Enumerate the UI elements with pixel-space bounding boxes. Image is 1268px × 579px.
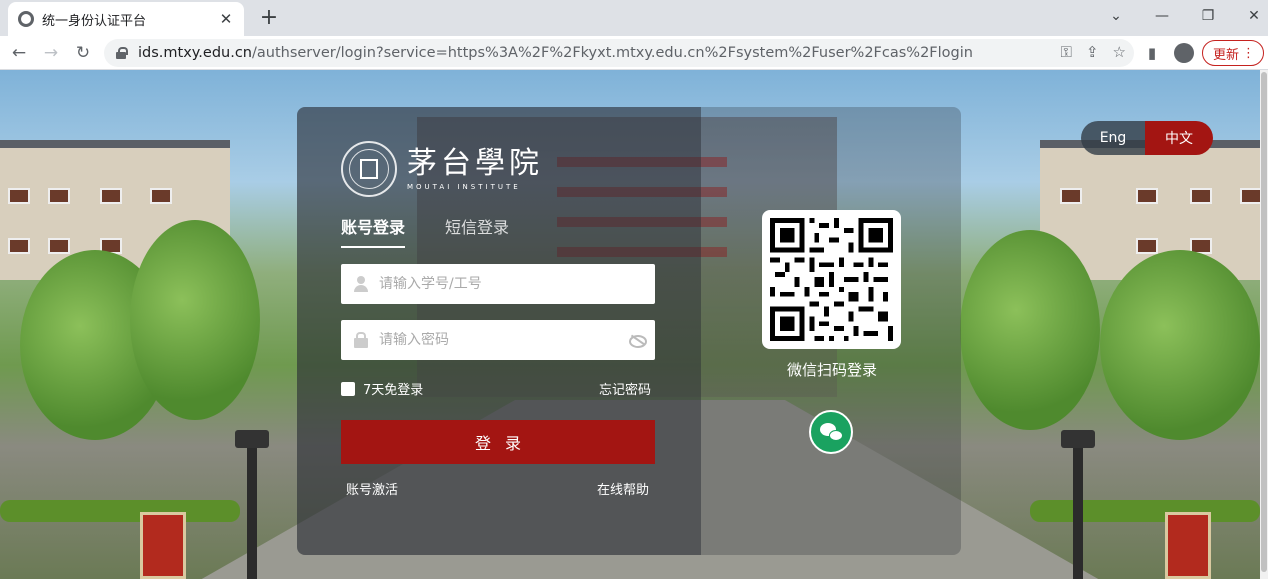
restore-button[interactable]: ❐ <box>1190 4 1226 28</box>
browser-toolbar: ← → ↻ ids.mtxy.edu.cn/authserver/login?s… <box>0 36 1268 70</box>
password-input[interactable] <box>379 332 655 348</box>
tab-search-icon[interactable]: ⌄ <box>1098 4 1134 28</box>
street-lamp <box>235 430 269 579</box>
side-panel-icon[interactable]: ▮ <box>1142 40 1162 66</box>
tree <box>960 230 1100 430</box>
remember-label: 7天免登录 <box>363 383 424 398</box>
page-scrollbar[interactable] <box>1260 70 1268 579</box>
hedge <box>1030 500 1260 522</box>
qr-code-image <box>770 218 893 341</box>
username-field[interactable] <box>341 264 655 304</box>
avatar <box>1174 43 1194 63</box>
more-menu-icon: ⋮ <box>1242 45 1255 61</box>
hedge <box>0 500 240 522</box>
profile-button[interactable] <box>1172 40 1196 66</box>
browser-tab[interactable]: 统一身份认证平台 ✕ <box>8 2 244 36</box>
login-panel: 茅台學院 MOUTAI INSTITUTE 账号登录 短信登录 7天免登录 忘记… <box>297 107 961 555</box>
bookmark-star-icon[interactable]: ☆ <box>1113 43 1126 61</box>
remember-me[interactable]: 7天免登录 <box>341 379 423 398</box>
browser-tab-strip: 统一身份认证平台 ✕ + ⌄ — ❐ ✕ <box>0 0 1268 36</box>
user-icon <box>353 276 369 292</box>
forgot-password-link[interactable]: 忘记密码 <box>599 379 651 398</box>
account-activate-link[interactable]: 账号激活 <box>346 479 398 498</box>
scrollbar-thumb[interactable] <box>1261 72 1267 572</box>
hide-password-icon[interactable] <box>629 332 647 348</box>
tree <box>130 220 260 420</box>
tree <box>1100 250 1260 440</box>
lock-icon <box>353 332 369 348</box>
password-field[interactable] <box>341 320 655 360</box>
red-pillar <box>140 512 186 579</box>
language-cn-button[interactable]: 中文 <box>1145 121 1213 155</box>
language-eng-button[interactable]: Eng <box>1081 121 1145 155</box>
school-logo: 茅台學院 MOUTAI INSTITUTE <box>341 141 543 197</box>
street-lamp <box>1061 430 1095 579</box>
forward-icon[interactable]: → <box>38 40 64 66</box>
window-close-button[interactable]: ✕ <box>1236 4 1268 28</box>
language-switch: Eng 中文 <box>1081 121 1213 155</box>
key-icon[interactable]: ⚿ <box>1061 43 1072 61</box>
tab-title: 统一身份认证平台 <box>42 13 147 29</box>
tab-account-login[interactable]: 账号登录 <box>341 214 406 248</box>
minimize-button[interactable]: — <box>1144 4 1180 28</box>
update-button[interactable]: 更新 ⋮ <box>1202 40 1264 66</box>
logo-name-cn: 茅台學院 <box>407 146 543 181</box>
tab-sms-login[interactable]: 短信登录 <box>445 214 509 248</box>
lock-icon[interactable] <box>116 47 128 59</box>
share-icon[interactable]: ⇪ <box>1086 43 1099 61</box>
reload-icon[interactable]: ↻ <box>70 40 96 66</box>
school-seal-icon <box>341 141 397 197</box>
back-icon[interactable]: ← <box>6 40 32 66</box>
remember-checkbox[interactable] <box>341 381 355 396</box>
login-button[interactable]: 登录 <box>341 420 655 464</box>
update-label: 更新 <box>1213 47 1240 63</box>
username-input[interactable] <box>379 276 655 292</box>
online-help-link[interactable]: 在线帮助 <box>597 479 649 498</box>
url-text: ids.mtxy.edu.cn/authserver/login?service… <box>138 45 973 61</box>
close-tab-icon[interactable]: ✕ <box>218 10 234 28</box>
new-tab-button[interactable]: + <box>256 4 282 30</box>
address-bar[interactable]: ids.mtxy.edu.cn/authserver/login?service… <box>104 39 1134 67</box>
logo-name-en: MOUTAI INSTITUTE <box>407 183 521 191</box>
red-pillar <box>1165 512 1211 579</box>
wechat-qr-code <box>762 210 901 349</box>
login-page: Eng 中文 茅台學院 MOUTAI INSTITUTE 账号登录 短信登录 请… <box>0 70 1268 579</box>
wechat-icon[interactable] <box>809 410 853 454</box>
globe-icon <box>18 11 34 27</box>
login-tabs: 账号登录 短信登录 <box>341 214 509 248</box>
qr-login-label: 微信扫码登录 <box>786 361 877 379</box>
